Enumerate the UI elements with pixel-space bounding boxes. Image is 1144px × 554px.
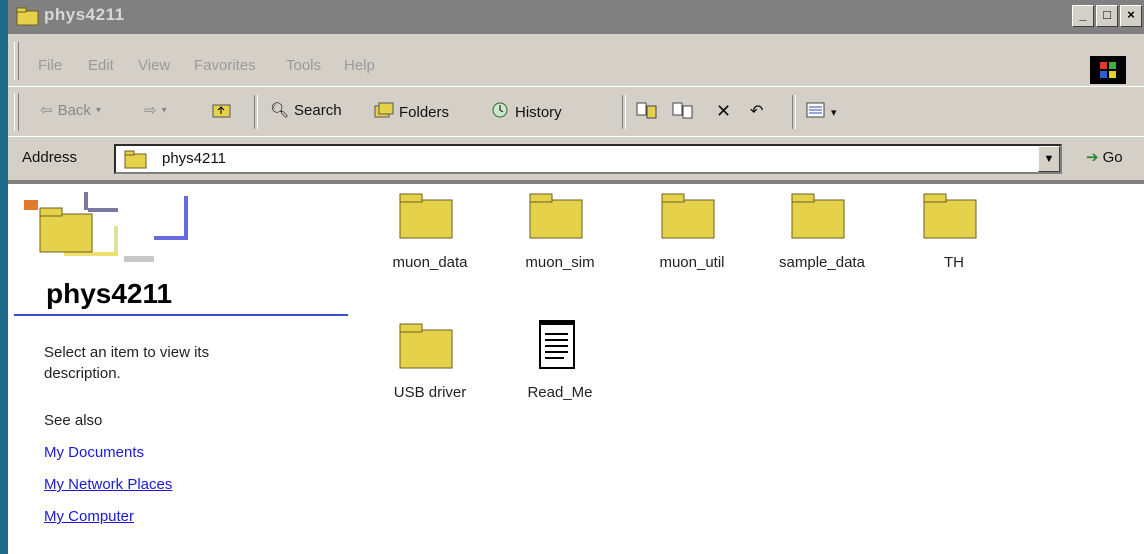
- history-button[interactable]: History: [490, 101, 562, 123]
- views-button[interactable]: ▾: [806, 101, 837, 123]
- see-also-label: See also: [44, 412, 103, 429]
- file-name: Read_Me: [527, 384, 593, 401]
- list-item[interactable]: muon_data: [360, 190, 480, 290]
- folder-icon: [398, 320, 454, 370]
- menu-help[interactable]: Help: [344, 57, 375, 74]
- windows-logo: [1090, 56, 1126, 84]
- file-name: TH: [944, 254, 964, 271]
- maximize-button[interactable]: □: [1096, 5, 1118, 27]
- back-label: Back: [57, 101, 91, 119]
- file-name: muon_sim: [525, 254, 595, 271]
- toolbar-grip[interactable]: [14, 93, 19, 131]
- undo-icon: ↶: [750, 103, 764, 120]
- toolbar-separator: [254, 95, 258, 129]
- menu-favorites[interactable]: Favorites: [194, 57, 256, 74]
- panel-divider: [14, 314, 348, 316]
- toolbar-separator: [622, 95, 626, 129]
- menu-view[interactable]: View: [138, 57, 170, 74]
- history-label: History: [515, 103, 562, 121]
- search-button[interactable]: 🔍︎ Search: [270, 101, 342, 120]
- link-my-network-places[interactable]: My Network Places: [44, 476, 172, 493]
- list-item[interactable]: Read_Me: [490, 319, 610, 420]
- link-my-computer[interactable]: My Computer: [44, 508, 134, 525]
- folder-icon: [124, 149, 148, 174]
- folders-icon: [374, 101, 394, 123]
- content-border: [8, 180, 1144, 184]
- folder-info-panel: phys4211 Select an item to view its desc…: [14, 186, 348, 554]
- folder-icon: [528, 190, 584, 240]
- panel-description: Select an item to view its description.: [44, 344, 210, 382]
- search-label: Search: [294, 101, 342, 119]
- folders-label: Folders: [399, 103, 450, 121]
- file-name: muon_data: [392, 254, 468, 271]
- link-my-documents[interactable]: My Documents: [44, 444, 144, 461]
- forward-button[interactable]: ⇨ ▾: [144, 101, 167, 119]
- title-bar[interactable]: phys4211 _ □ ×: [8, 0, 1144, 34]
- history-icon: [490, 101, 510, 123]
- file-list: muon_data muon_sim muon_util sample_data…: [350, 186, 1144, 554]
- address-value: phys4211: [162, 150, 226, 167]
- folder-banner-graphic: [14, 186, 244, 276]
- menu-tools[interactable]: Tools: [286, 57, 321, 74]
- menu-file[interactable]: File: [38, 57, 62, 74]
- file-name: USB driver: [393, 384, 467, 401]
- views-icon: [806, 101, 826, 123]
- address-input[interactable]: phys4211 ▼: [114, 144, 1062, 174]
- back-button[interactable]: ⇦ Back ▾: [40, 101, 101, 120]
- move-to-button[interactable]: [636, 101, 658, 123]
- go-label: Go: [1102, 148, 1123, 166]
- folder-icon: [922, 190, 978, 240]
- copy-to-icon: [672, 101, 694, 123]
- window-title: phys4211: [44, 5, 125, 24]
- toolbar-separator: [792, 95, 796, 129]
- back-dropdown-icon: ▾: [95, 104, 101, 116]
- panel-title: phys4211: [46, 278, 173, 309]
- back-arrow-icon: ⇦: [40, 102, 53, 119]
- menu-bar: File Edit View Favorites Tools Help: [8, 34, 1144, 86]
- up-folder-icon: [212, 101, 232, 123]
- up-folder-button[interactable]: [212, 101, 232, 123]
- close-button[interactable]: ×: [1120, 5, 1142, 27]
- list-item[interactable]: sample_data: [752, 190, 872, 290]
- delete-button[interactable]: ✕: [716, 101, 731, 122]
- folder-icon: [790, 190, 846, 240]
- address-bar: Address phys4211 ▼ ➔ Go: [8, 136, 1144, 180]
- delete-icon: ✕: [716, 101, 732, 121]
- file-name: muon_util: [659, 254, 725, 271]
- file-name: sample_data: [779, 254, 865, 271]
- views-dropdown-icon: ▾: [831, 106, 837, 119]
- address-label: Address: [22, 149, 78, 166]
- move-to-icon: [636, 101, 658, 123]
- forward-arrow-icon: ⇨: [144, 102, 157, 119]
- go-button[interactable]: ➔ Go: [1086, 148, 1123, 167]
- go-arrow-icon: ➔: [1086, 149, 1099, 166]
- chevron-down-icon: ▼: [1043, 153, 1055, 165]
- folder-icon: [398, 190, 454, 240]
- folders-button[interactable]: Folders: [374, 101, 449, 123]
- undo-button[interactable]: ↶: [750, 101, 763, 121]
- address-dropdown-button[interactable]: ▼: [1038, 146, 1060, 172]
- text-document-icon: [528, 319, 584, 370]
- standard-toolbar: ⇦ Back ▾ ⇨ ▾ 🔍︎ Search Folders History ✕…: [8, 86, 1144, 136]
- list-item[interactable]: USB driver: [360, 320, 480, 420]
- list-item[interactable]: muon_sim: [490, 190, 610, 290]
- search-icon: 🔍︎: [270, 102, 290, 119]
- menu-edit[interactable]: Edit: [88, 57, 114, 74]
- list-item[interactable]: muon_util: [622, 190, 742, 290]
- minimize-button[interactable]: _: [1072, 5, 1094, 27]
- menu-grip[interactable]: [14, 42, 19, 80]
- list-item[interactable]: TH: [884, 190, 1004, 290]
- forward-dropdown-icon: ▾: [161, 104, 167, 116]
- folder-icon: [16, 6, 40, 26]
- copy-to-button[interactable]: [672, 101, 694, 123]
- folder-icon: [660, 190, 716, 240]
- window-left-border: [0, 0, 8, 554]
